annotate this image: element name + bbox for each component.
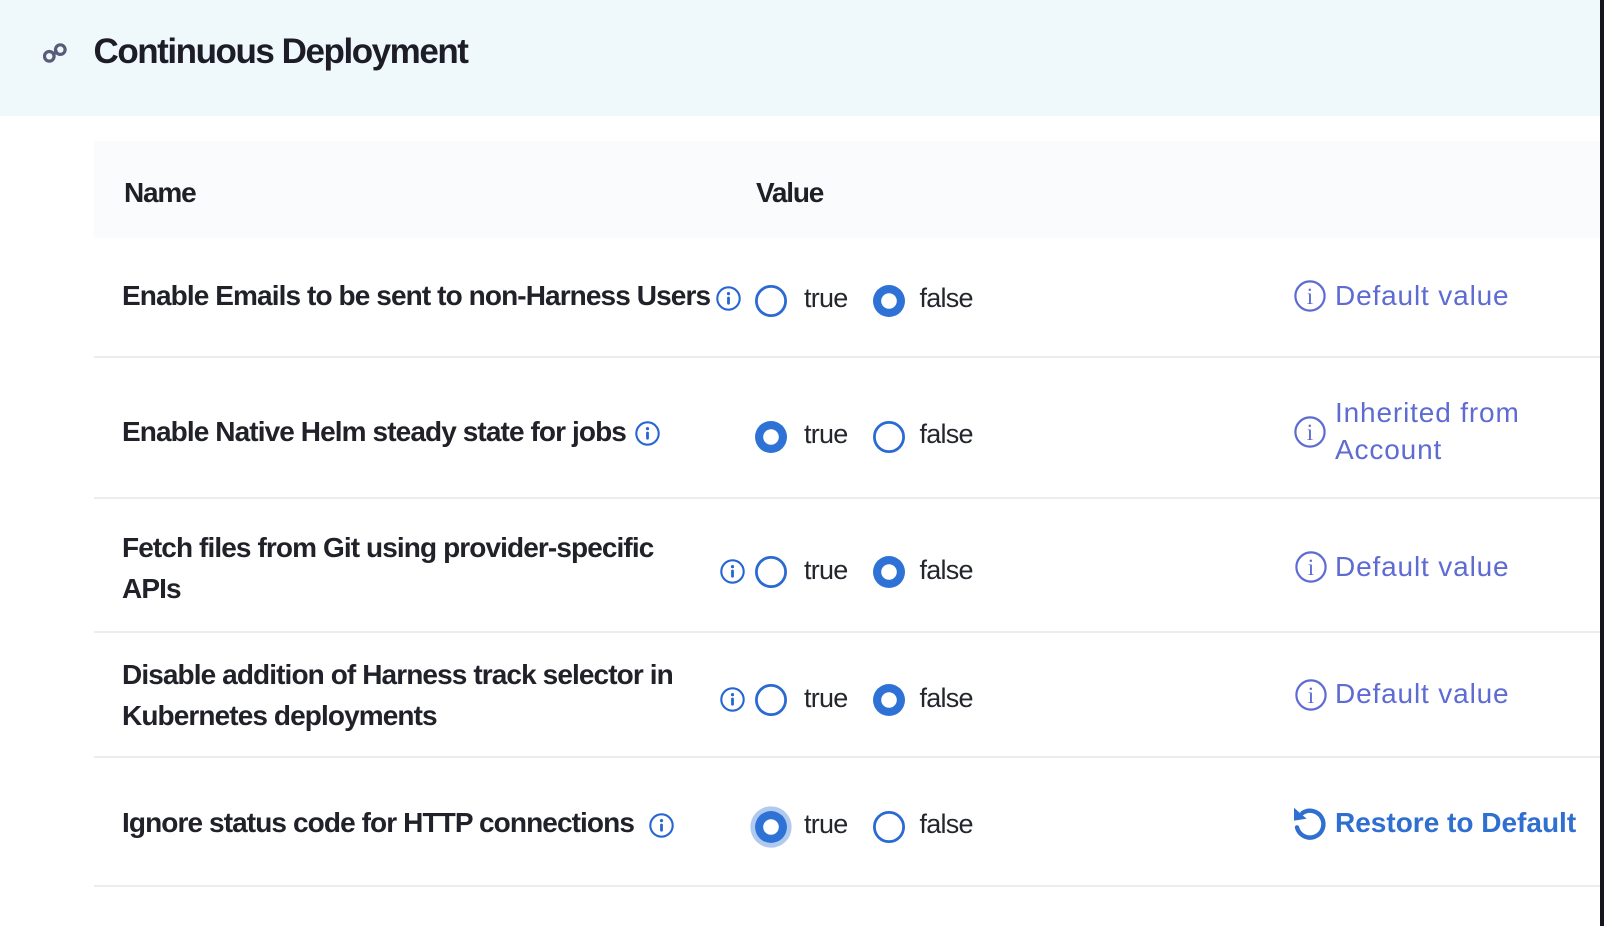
svg-text:i: i <box>1307 284 1313 309</box>
svg-text:i: i <box>1307 420 1313 445</box>
svg-text:i: i <box>1307 683 1313 708</box>
svg-text:i: i <box>1307 555 1313 580</box>
